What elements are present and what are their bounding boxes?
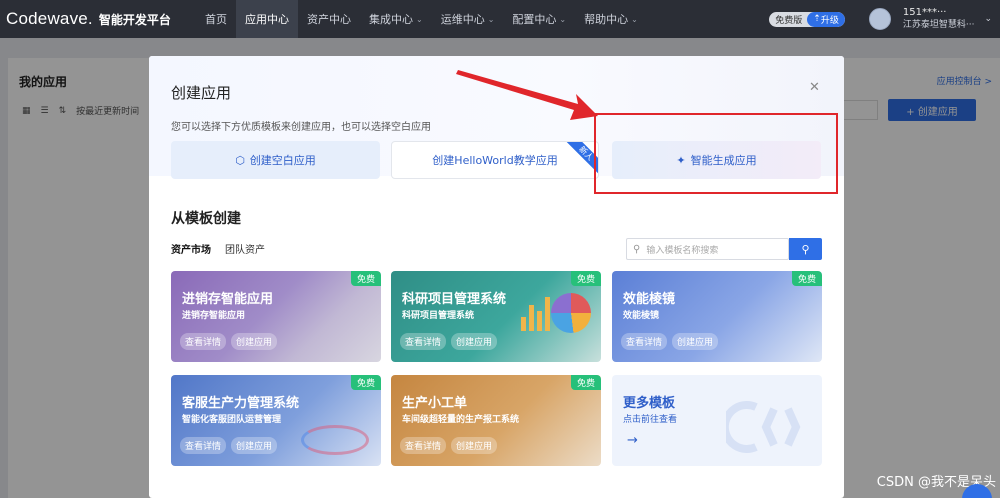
annotation-arrow xyxy=(456,70,598,120)
